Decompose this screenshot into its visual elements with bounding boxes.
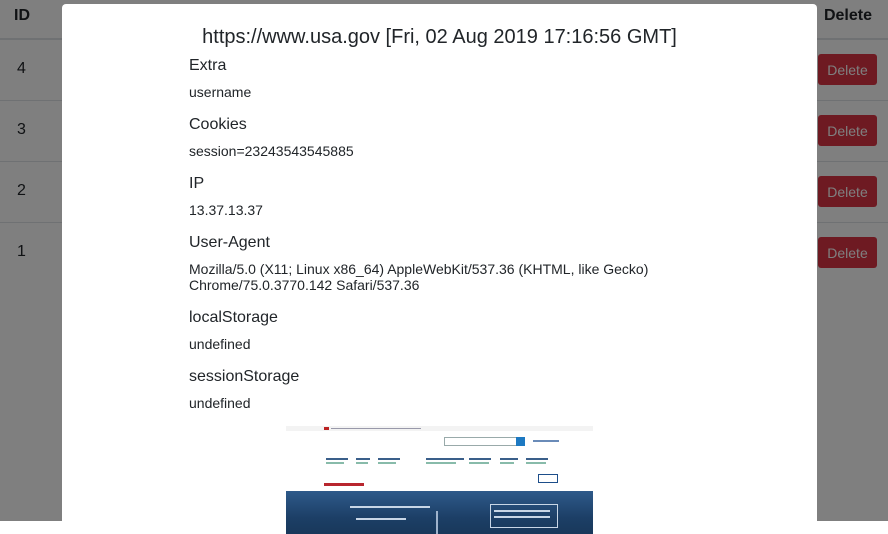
field-value: 13.37.13.37 bbox=[189, 202, 263, 218]
field-user-agent: User-Agent Mozilla/5.0 (X11; Linux x86_6… bbox=[189, 234, 689, 293]
field-value: undefined bbox=[189, 336, 251, 352]
field-label: localStorage bbox=[189, 309, 278, 326]
field-value: session=23243543545885 bbox=[189, 143, 354, 159]
field-local-storage: localStorage undefined bbox=[189, 309, 689, 352]
capture-detail-modal: https://www.usa.gov [Fri, 02 Aug 2019 17… bbox=[62, 4, 817, 534]
field-label: User-Agent bbox=[189, 234, 270, 251]
field-cookies: Cookies session=23243543545885 bbox=[189, 116, 689, 159]
field-label: IP bbox=[189, 175, 205, 192]
field-label: Cookies bbox=[189, 116, 247, 133]
field-session-storage: sessionStorage undefined bbox=[189, 368, 689, 411]
field-value: Mozilla/5.0 (X11; Linux x86_64) AppleWeb… bbox=[189, 261, 649, 293]
field-label: sessionStorage bbox=[189, 368, 300, 385]
page-screenshot-image bbox=[286, 426, 593, 534]
field-value: undefined bbox=[189, 395, 251, 411]
field-ip: IP 13.37.13.37 bbox=[189, 175, 689, 218]
field-extra: Extra username bbox=[189, 57, 689, 100]
modal-title: https://www.usa.gov [Fri, 02 Aug 2019 17… bbox=[202, 26, 677, 48]
field-value: username bbox=[189, 84, 252, 100]
field-label: Extra bbox=[189, 57, 227, 74]
